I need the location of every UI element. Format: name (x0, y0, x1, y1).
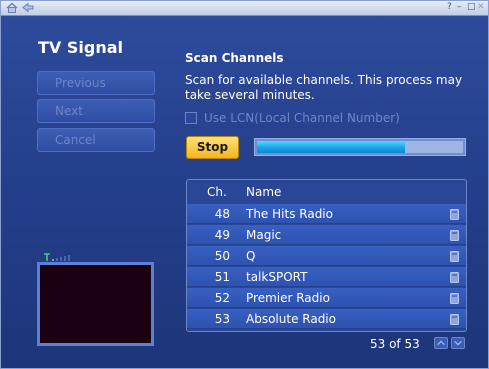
channel-row[interactable]: 48 The Hits Radio (187, 204, 466, 224)
radio-icon (450, 230, 459, 241)
scan-description: Scan for available channels. This proces… (185, 73, 463, 102)
minimize-icon[interactable]: – (457, 1, 462, 14)
progress-track (257, 141, 463, 153)
channel-name: talkSPORT (246, 270, 308, 284)
channel-name: Absolute Radio (246, 312, 336, 326)
channel-number: 53 (214, 312, 230, 326)
radio-icon (450, 272, 459, 283)
radio-icon (450, 293, 459, 304)
channel-row[interactable]: 52 Premier Radio (187, 288, 466, 308)
scan-progress-bar (254, 138, 466, 156)
close-icon[interactable]: ✕ (477, 1, 485, 14)
tv-signal-window: ? – □ ✕ TV Signal Previous Next Cancel S… (0, 0, 489, 369)
channel-row[interactable]: 49 Magic (187, 225, 466, 245)
channel-row[interactable]: 50 Q (187, 246, 466, 266)
channel-number: 51 (214, 270, 230, 284)
channel-row[interactable]: 51 talkSPORT (187, 267, 466, 287)
scroll-up-icon[interactable] (434, 337, 448, 349)
help-icon[interactable]: ? (447, 1, 452, 14)
channel-number: 48 (214, 207, 230, 221)
home-icon[interactable] (5, 2, 19, 13)
stop-button[interactable]: Stop (186, 136, 239, 159)
radio-icon (450, 251, 459, 262)
channel-name-header: Name (246, 185, 282, 199)
channel-name: Q (246, 249, 256, 263)
tv-preview-window (37, 262, 154, 346)
title-bar: ? – □ ✕ (1, 1, 488, 16)
channel-count: 53 of 53 (370, 337, 420, 351)
cancel-button[interactable]: Cancel (37, 128, 155, 152)
lcn-checkbox[interactable] (185, 112, 197, 124)
radio-icon (450, 314, 459, 325)
channel-name: The Hits Radio (246, 207, 333, 221)
scroll-down-icon[interactable] (451, 337, 465, 349)
channel-name: Magic (246, 228, 282, 242)
channel-list: Ch. Name 48 The Hits Radio 49 Magic 50 Q… (186, 179, 467, 332)
channel-number-header: Ch. (207, 185, 227, 199)
restore-icon[interactable]: □ (467, 1, 476, 14)
previous-button[interactable]: Previous (37, 71, 155, 95)
channel-number: 52 (214, 291, 230, 305)
channel-number: 50 (214, 249, 230, 263)
channel-row[interactable]: 53 Absolute Radio (187, 309, 466, 329)
page-title: TV Signal (38, 38, 123, 57)
radio-icon (450, 209, 459, 220)
next-button[interactable]: Next (37, 99, 155, 123)
channel-number: 49 (214, 228, 230, 242)
back-arrow-icon[interactable] (21, 2, 35, 13)
scan-channels-title: Scan Channels (185, 51, 284, 65)
channel-list-header: Ch. Name (187, 180, 466, 202)
signal-strength-icon (44, 253, 70, 261)
channel-name: Premier Radio (246, 291, 330, 305)
progress-fill (257, 141, 406, 153)
lcn-label: Use LCN(Local Channel Number) (204, 111, 400, 125)
